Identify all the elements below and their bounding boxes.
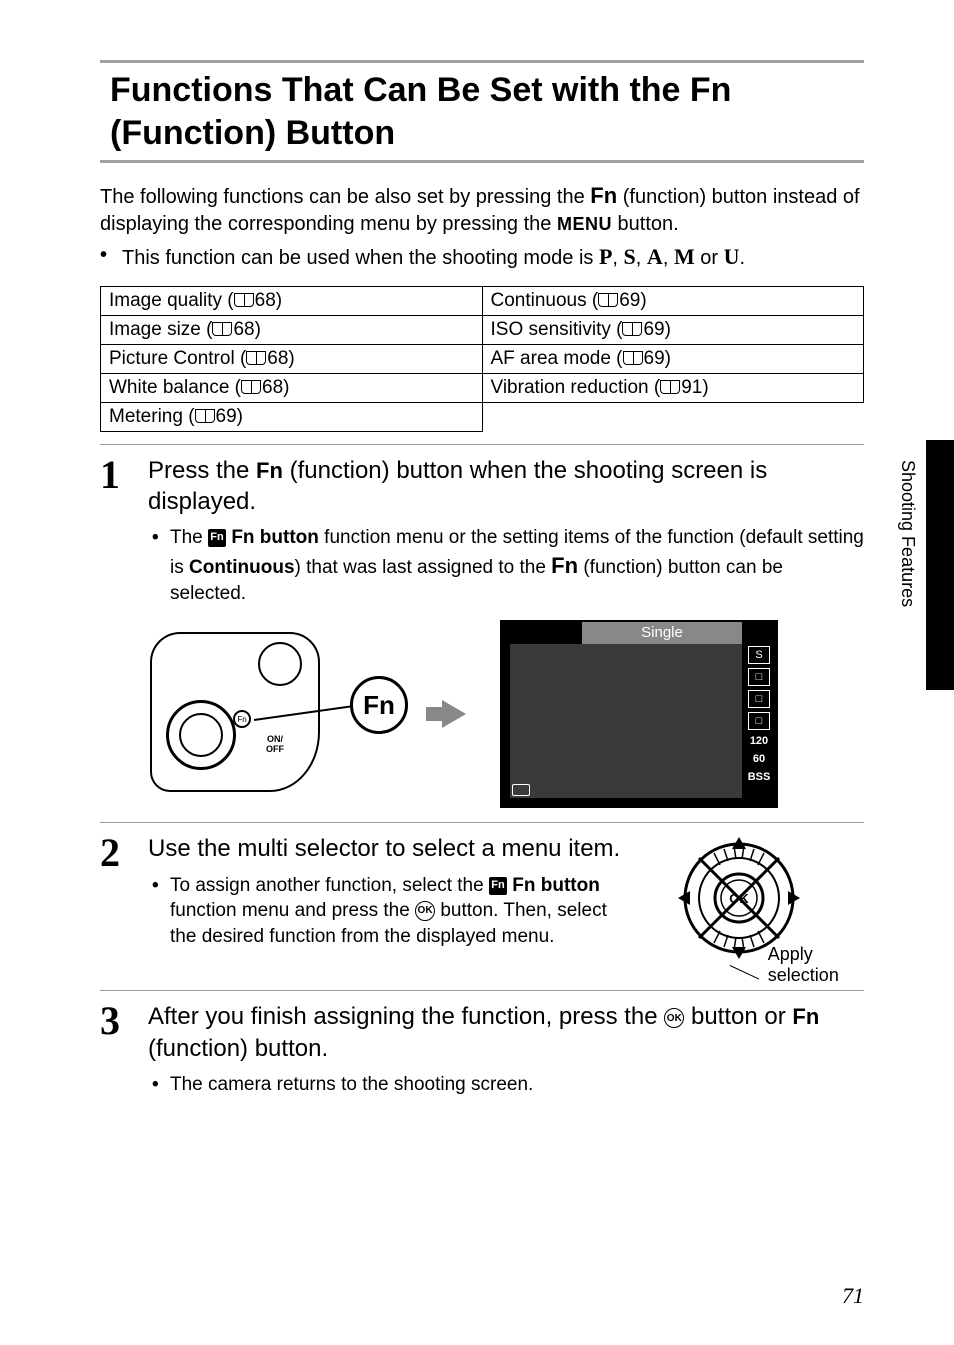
multi-selector-diagram: OK Apply selection [644,833,864,986]
lcd-title: Single [582,622,742,644]
fn-glyph: Fn [256,458,283,483]
step-3-number: 3 [100,1001,130,1097]
step-1-number: 1 [100,455,130,818]
intro-paragraph: The following functions can be also set … [100,181,864,272]
lcd-icon: □ [748,668,770,686]
intro-text-a: The following functions can be also set … [100,186,590,208]
fn-glyph: Fn [590,183,617,208]
lcd-corner-icon [512,784,530,796]
step-2-number: 2 [100,833,130,986]
bullet-dot: • [100,242,122,272]
fn-glyph: Fn [551,553,578,578]
section-side-label: Shooting Features [897,460,918,607]
s2-bc: function menu and press the [170,900,415,921]
step-2: 2 Use the multi selector to select a men… [100,822,864,986]
bullet-dot: • [152,525,170,606]
apply-selection-label: Apply selection [768,944,864,986]
intro-bullet-c: . [740,247,746,269]
step-2-bullet: To assign another function, select the F… [170,873,626,950]
table-cell: Vibration reduction (91) [482,374,864,403]
table-cell: ISO sensitivity (69) [482,316,864,345]
functions-table: Image quality (68)Continuous (69)Image s… [100,286,864,432]
lcd-inner [510,644,742,798]
table-cell: Picture Control (68) [101,345,483,374]
page-ref-icon [234,293,254,307]
page-number: 71 [842,1283,864,1309]
intro-text-c: button. [612,213,679,235]
fn-square-icon: Fn [489,877,507,895]
fn-square-icon: Fn [208,529,226,547]
page-ref-icon [622,322,642,336]
ok-button-icon: OK [415,901,435,921]
table-row: Picture Control (68)AF area mode (69) [101,345,864,374]
lcd-preview: Single S □ □ □ 120 60 BSS [500,620,778,808]
page-ref-icon [246,351,266,365]
lcd-icon: □ [748,712,770,730]
page-ref-icon [195,409,215,423]
intro-bullet-b: or [695,247,724,269]
table-row: White balance (68)Vibration reduction (9… [101,374,864,403]
lcd-icon: S [748,646,770,664]
step-3: 3 After you finish assigning the functio… [100,990,864,1097]
bullet-dot: • [152,1072,170,1098]
table-cell: Image size (68) [101,316,483,345]
table-cell: AF area mode (69) [482,345,864,374]
step-1: 1 Press the Fn (function) button when th… [100,444,864,818]
mode-u: U [724,244,740,269]
fn-glyph: Fn [792,1004,819,1029]
step-1-bullet: The Fn Fn button function menu or the se… [170,525,864,606]
table-row: Image size (68)ISO sensitivity (69) [101,316,864,345]
s1-ba: The [170,527,208,548]
arrow-right-icon [442,700,466,728]
table-row: Metering (69) [101,403,864,432]
camera-diagram: Fn ON/ OFF Fn [148,624,408,804]
page-ref-icon [241,380,261,394]
step-1-illustration: Fn ON/ OFF Fn Single S □ □ □ 120 60 BSS [148,620,864,808]
s3-hc: (function) button. [148,1035,328,1062]
mode-dial-icon [166,700,236,770]
s2-ba: To assign another function, select the [170,875,489,896]
bullet-dot: • [152,873,170,950]
intro-bullet-a: This function can be used when the shoot… [122,247,599,269]
lcd-text: 120 [748,734,770,748]
page-ref-icon [623,351,643,365]
table-cell: White balance (68) [101,374,483,403]
s2-bb: Fn button [512,875,600,896]
s1-head-a: Press the [148,457,256,484]
step-3-bullet: The camera returns to the shooting scree… [170,1072,864,1098]
lcd-side-icons: S □ □ □ 120 60 BSS [745,646,773,784]
s3-ha: After you finish assigning the function,… [148,1003,664,1030]
on-off-label: ON/ OFF [266,734,284,754]
table-cell: Metering (69) [101,403,483,432]
menu-glyph: MENU [557,214,612,234]
fn-callout-circle: Fn [350,676,408,734]
s1-be: ) that was last assigned to the [295,557,552,578]
callout-line [730,965,759,979]
page-ref-icon [598,293,618,307]
table-cell: Continuous (69) [482,287,864,316]
mode-m: M [674,244,695,269]
table-row: Image quality (68)Continuous (69) [101,287,864,316]
side-tab [926,440,954,690]
intro-bullet: This function can be used when the shoot… [122,242,745,272]
mode-a: A [647,244,663,269]
page-ref-icon [660,380,680,394]
page-title: Functions That Can Be Set with the Fn (F… [100,60,864,163]
step-1-heading: Press the Fn (function) button when the … [148,455,864,517]
table-cell: Image quality (68) [101,287,483,316]
page-ref-icon [212,322,232,336]
lcd-icon: □ [748,690,770,708]
s3-hb: button or [684,1003,792,1030]
step-3-heading: After you finish assigning the function,… [148,1001,864,1063]
s1-bb: Fn button [231,527,319,548]
lcd-text: BSS [748,770,770,784]
step-2-heading: Use the multi selector to select a menu … [148,833,626,864]
mode-p: P [599,244,612,269]
lcd-text: 60 [748,752,770,766]
ok-button-icon: OK [664,1008,684,1028]
table-cell [482,403,864,432]
mode-s: S [624,244,636,269]
s1-bd: Continuous [189,557,295,578]
